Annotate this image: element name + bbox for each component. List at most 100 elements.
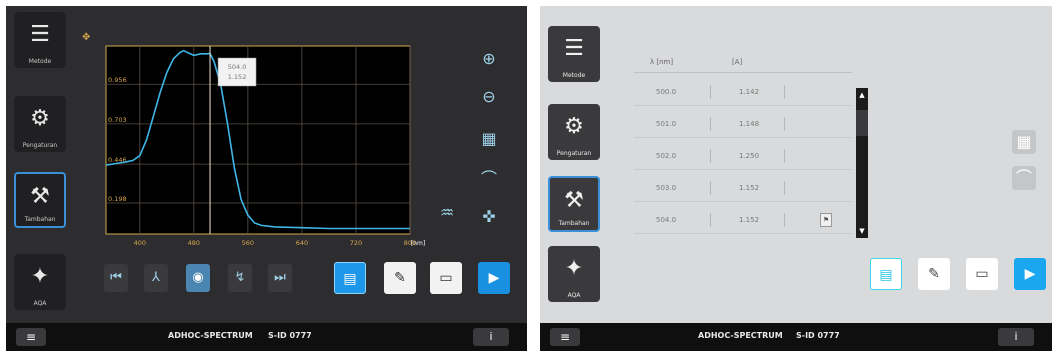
header-divider [634,72,852,73]
peak-icon: ⅄ [152,270,160,285]
sidebar-item-metode[interactable]: ☰ Metode [14,12,66,68]
curve-icon[interactable]: ⌒ [478,168,500,190]
sidebar-item-label: AQA [33,300,47,307]
list-icon: ☰ [564,36,584,61]
gear-icon: ⚙ [564,114,584,139]
sample-id: S-ID 0777 [796,331,840,340]
column-header-absorbance: [A] [732,58,743,66]
table-row[interactable]: 503.0 1.152 [634,174,852,202]
cell-absorbance: 1.142 [739,88,760,96]
cell-divider [710,85,711,99]
edit-icon: ✎ [928,266,940,282]
grid-button[interactable]: ▦ [1012,130,1036,154]
cell-absorbance: 1.152 [739,184,760,192]
sidebar-item-label: AQA [567,292,581,299]
grid-icon: ▦ [1016,132,1032,151]
row-divider [634,169,852,170]
y-tick-label: 0.198 [108,195,127,203]
sidebar-item-tambahan[interactable]: ⚒ Tambahan [14,172,66,228]
table-row[interactable]: 502.0 1.250 [634,142,852,170]
info-icon: i [1014,330,1018,343]
start-button[interactable]: ▶ [478,262,510,294]
print-button[interactable]: ▭ [430,262,462,294]
x-tick-label: 560 [242,239,254,247]
sidebar-item-pengaturan[interactable]: ⚙ Pengaturan [14,96,66,152]
sidebar-item-aqa[interactable]: ✦ AQA [14,254,66,310]
view-button[interactable]: ◉ [186,264,210,292]
scroll-up-button[interactable]: ▲ [856,88,868,102]
column-header-wavelength: λ [nm] [650,58,674,66]
row-divider [634,105,852,106]
info-button[interactable]: i [473,328,509,346]
tools-icon: ⚒ [564,188,584,213]
arrow-down-icon: ▼ [859,227,865,235]
list-icon: ☰ [30,22,50,47]
valley-button[interactable]: ↯ [228,264,252,292]
grid-icon[interactable]: ▦ [478,128,500,150]
valley-icon: ↯ [234,270,246,285]
table-row[interactable]: 504.0 1.152 ⚑ [634,206,852,234]
skip-start-icon: ⏮ [110,270,122,285]
spectrum-chart-screen: ☰ Metode ⚙ Pengaturan ⚒ Tambahan ✦ AQA ✥… [6,6,527,351]
play-icon: ▶ [488,270,500,286]
sidebar-item-label: Metode [562,72,586,79]
spectrum-table-screen: ☰ Metode ⚙ Pengaturan ⚒ Tambahan ✦ AQA λ… [540,6,1052,351]
curve-icon: ⌒ [1015,168,1032,187]
start-button[interactable]: ▶ [1014,258,1046,290]
table-view-button[interactable]: ▤ [870,258,902,290]
cell-divider [784,213,785,227]
menu-button[interactable]: ≡ [16,328,46,346]
zoom-out-icon[interactable]: ⊖ [478,86,500,108]
x-tick-label: 480 [188,239,200,247]
cell-divider [710,181,711,195]
sidebar-item-tambahan[interactable]: ⚒ Tambahan [548,176,600,232]
edit-button[interactable]: ✎ [384,262,416,294]
y-tick-label: 0.956 [108,76,127,84]
last-point-button[interactable]: ⏭ [268,264,292,292]
data-table: λ [nm] [A] 500.0 1.142 501.0 1.148 502.0… [624,58,852,238]
sidebar-item-pengaturan[interactable]: ⚙ Pengaturan [548,104,600,160]
gear-icon: ⚙ [30,106,50,131]
crosshair-icon[interactable]: ✜ [478,206,500,228]
table-icon: ▤ [343,271,357,287]
app-title: ADHOC-SPECTRUM [698,331,783,340]
print-button[interactable]: ▭ [966,258,998,290]
curve-button[interactable]: ⌒ [1012,166,1036,190]
row-divider [634,233,852,234]
aqa-icon: ✦ [30,264,50,289]
peak-pick-icon[interactable]: ♒ [436,202,458,224]
cell-wavelength: 501.0 [656,120,677,128]
plot-area [105,45,411,235]
spectrum-chart[interactable]: 400 480 560 640 720 8000.1980.4460.7030.956[n… [78,36,428,256]
scroll-thumb[interactable] [856,110,868,136]
cell-absorbance: 1.148 [739,120,760,128]
menu-button[interactable]: ≡ [550,328,580,346]
cell-absorbance: 1.152 [739,216,760,224]
arrow-up-icon: ▲ [859,91,865,99]
table-view-button[interactable]: ▤ [334,262,366,294]
tools-icon: ⚒ [30,184,50,209]
table-row[interactable]: 500.0 1.142 [634,78,852,106]
play-icon: ▶ [1024,266,1036,282]
zoom-in-icon[interactable]: ⊕ [478,48,500,70]
peak-button[interactable]: ⅄ [144,264,168,292]
first-point-button[interactable]: ⏮ [104,264,128,292]
edit-button[interactable]: ✎ [918,258,950,290]
scroll-down-button[interactable]: ▼ [856,224,868,238]
sidebar-item-metode[interactable]: ☰ Metode [548,26,600,82]
cell-divider [784,117,785,131]
table-row[interactable]: 501.0 1.148 [634,110,852,138]
menu-icon: ≡ [25,330,37,344]
sample-id: S-ID 0777 [268,331,312,340]
sidebar-item-label: Tambahan [24,216,56,223]
sidebar-item-label: Pengaturan [556,150,592,157]
app-title: ADHOC-SPECTRUM [168,331,253,340]
skip-end-icon: ⏭ [274,270,286,285]
edit-icon: ✎ [394,270,406,286]
x-axis-unit: [nm] [411,240,425,247]
flag-icon[interactable]: ⚑ [820,213,832,227]
sidebar-item-aqa[interactable]: ✦ AQA [548,246,600,302]
info-button[interactable]: i [998,328,1034,346]
row-divider [634,137,852,138]
cell-divider [710,117,711,131]
